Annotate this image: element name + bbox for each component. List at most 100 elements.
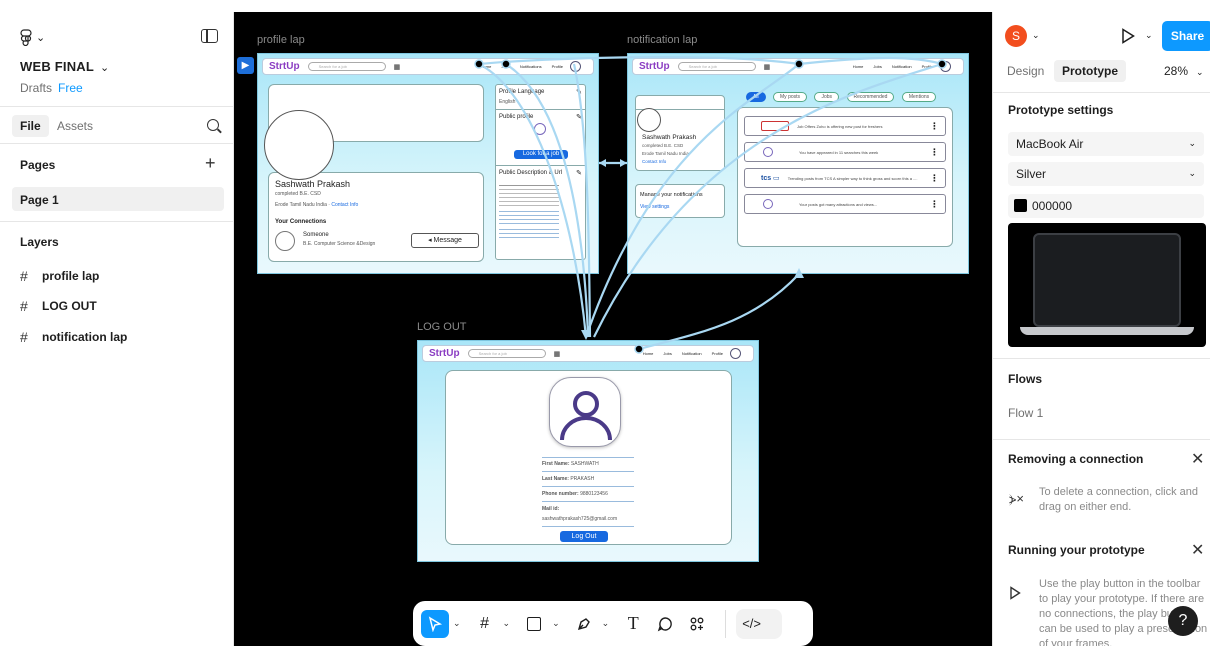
phone-row: Phone number: 9880123456 bbox=[542, 491, 608, 497]
shape-tool-icon[interactable] bbox=[520, 610, 548, 638]
tab-assets[interactable]: Assets bbox=[57, 119, 93, 133]
chevron-down-icon[interactable]: ⌄ bbox=[552, 618, 560, 629]
nav-profile[interactable]: Profile bbox=[922, 64, 933, 69]
actions-tool-icon[interactable] bbox=[683, 610, 711, 638]
edit-icon[interactable]: ✎ bbox=[576, 88, 582, 96]
flow-start-icon[interactable]: ▶ bbox=[237, 57, 254, 74]
close-icon[interactable]: ✕ bbox=[1191, 449, 1204, 469]
frame-label[interactable]: LOG OUT bbox=[417, 321, 467, 333]
share-button[interactable]: Share bbox=[1162, 21, 1210, 51]
color-swatch[interactable] bbox=[1014, 199, 1027, 212]
notification-frame[interactable]: StrtUp Search for a job ▦ Home Jobs Noti… bbox=[627, 53, 969, 274]
frame-label[interactable]: profile lap bbox=[257, 34, 305, 46]
nav-home[interactable]: Home bbox=[853, 64, 864, 69]
more-icon[interactable]: ⋮ bbox=[930, 199, 939, 210]
notification-row[interactable]: You have appeared in 11 searches this we… bbox=[744, 142, 946, 162]
chevron-down-icon[interactable]: ⌄ bbox=[453, 618, 461, 629]
background-color-field[interactable]: 000000 bbox=[1008, 194, 1204, 218]
edit-icon[interactable]: ✎ bbox=[576, 113, 582, 121]
nav-jobs[interactable]: Jobs bbox=[501, 64, 509, 69]
side-card: Profile Language English ✎ Public profil… bbox=[495, 84, 586, 260]
last-name-row: Last Name: PRAKASH bbox=[542, 476, 594, 482]
layer-item[interactable]: # LOG OUT bbox=[20, 298, 97, 314]
device-select[interactable]: MacBook Air ⌄ bbox=[1008, 132, 1204, 156]
main-menu-button[interactable]: ⌄ bbox=[20, 28, 46, 46]
view-settings-link[interactable]: View settings bbox=[640, 204, 669, 210]
more-icon[interactable]: ⋮ bbox=[930, 147, 939, 158]
public-description-heading: Public Description & Url bbox=[499, 170, 563, 176]
divider bbox=[542, 457, 634, 458]
filter-pills: All My posts Jobs Recommended Mentions bbox=[746, 85, 939, 103]
nav-jobs[interactable]: Jobs bbox=[663, 351, 671, 356]
nav-home[interactable]: Home bbox=[643, 351, 654, 356]
comment-tool-icon[interactable] bbox=[651, 610, 679, 638]
notification-row[interactable]: Job Offers Zoho is offering new post for… bbox=[744, 116, 946, 136]
canvas[interactable]: profile lap ▶ StrtUp Search for a job ▦ … bbox=[234, 12, 992, 646]
avatar-icon[interactable] bbox=[940, 61, 951, 72]
nav-notification[interactable]: Notification bbox=[682, 351, 702, 356]
notification-row[interactable]: tcs ▭ Trending posts from TCS A simpler … bbox=[744, 168, 946, 188]
device-color-select[interactable]: Silver ⌄ bbox=[1008, 162, 1204, 186]
brand-logo: StrtUp bbox=[269, 61, 300, 72]
nav-profile[interactable]: Profile bbox=[552, 64, 563, 69]
search-input[interactable]: Search for a job bbox=[677, 62, 756, 71]
notification-row[interactable]: Your posts got many attractions and view… bbox=[744, 194, 946, 214]
more-icon[interactable]: ⋮ bbox=[930, 173, 939, 184]
profile-frame[interactable]: StrtUp Search for a job ▦ Home Jobs Noti… bbox=[257, 53, 599, 274]
logout-frame[interactable]: StrtUp Search for a job ▦ Home Jobs Noti… bbox=[417, 340, 759, 562]
nav-jobs[interactable]: Jobs bbox=[873, 64, 881, 69]
connections-heading: Your Connections bbox=[275, 219, 327, 225]
user-avatar[interactable]: S bbox=[1005, 25, 1027, 47]
move-tool-icon[interactable] bbox=[421, 609, 449, 638]
plan-badge[interactable]: Free bbox=[58, 81, 83, 95]
manage-card: Manage your notifications View settings bbox=[635, 184, 725, 218]
look-for-job-button[interactable]: Look for a job bbox=[514, 150, 568, 159]
search-icon[interactable] bbox=[207, 119, 219, 131]
contact-link[interactable]: Contact Info bbox=[642, 159, 666, 164]
close-icon[interactable]: ✕ bbox=[1191, 540, 1204, 560]
avatar-icon[interactable] bbox=[570, 61, 581, 72]
more-icon[interactable]: ⋮ bbox=[930, 121, 939, 132]
chevron-down-icon[interactable]: ⌄ bbox=[503, 618, 511, 629]
log-out-button[interactable]: Log Out bbox=[560, 531, 608, 542]
chevron-down-icon[interactable]: ⌄ bbox=[1032, 30, 1040, 41]
nav-notification[interactable]: Notification bbox=[892, 64, 912, 69]
pen-tool-icon[interactable] bbox=[570, 610, 598, 638]
flow-item[interactable]: Flow 1 bbox=[1008, 406, 1043, 420]
chevron-down-icon[interactable]: ⌄ bbox=[1145, 30, 1153, 41]
page-item[interactable]: Page 1 bbox=[12, 187, 224, 211]
text-tool-icon[interactable]: T bbox=[619, 610, 647, 638]
nav-home[interactable]: Home bbox=[481, 64, 492, 69]
zoom-control[interactable]: 28% ⌄ bbox=[1164, 64, 1204, 78]
filter-mentions[interactable]: Mentions bbox=[901, 92, 937, 102]
contact-link[interactable]: Contact Info bbox=[331, 202, 358, 208]
filter-all[interactable]: All bbox=[746, 92, 766, 102]
frame-label[interactable]: notification lap bbox=[627, 34, 697, 46]
filter-my-posts[interactable]: My posts bbox=[773, 92, 808, 102]
add-page-icon[interactable]: + bbox=[205, 153, 216, 174]
sidebar-toggle-icon[interactable] bbox=[201, 29, 218, 43]
help-button[interactable]: ? bbox=[1168, 606, 1198, 636]
search-input[interactable]: Search for a job bbox=[307, 62, 386, 71]
filter-jobs[interactable]: Jobs bbox=[814, 92, 840, 102]
chevron-down-icon[interactable]: ⌄ bbox=[602, 618, 610, 629]
drafts-label[interactable]: Drafts bbox=[20, 81, 52, 95]
present-play-icon[interactable] bbox=[1121, 28, 1135, 44]
filter-recommended[interactable]: Recommended bbox=[846, 92, 895, 102]
tab-prototype[interactable]: Prototype bbox=[1054, 60, 1127, 82]
edit-icon[interactable]: ✎ bbox=[576, 169, 582, 177]
tab-design[interactable]: Design bbox=[1007, 64, 1044, 78]
message-button[interactable]: ◂ Message bbox=[411, 233, 479, 248]
user-icon bbox=[763, 147, 773, 157]
frame-tool-icon[interactable]: # bbox=[471, 610, 499, 638]
nav-notifications[interactable]: Notifications bbox=[520, 64, 542, 69]
layer-item[interactable]: # notification lap bbox=[20, 329, 127, 345]
avatar-icon[interactable] bbox=[730, 348, 741, 359]
last-name-value: PRAKASH bbox=[570, 476, 595, 482]
dev-mode-toggle[interactable]: </> bbox=[736, 608, 783, 639]
file-name-button[interactable]: WEB FINAL ⌄ bbox=[20, 59, 109, 74]
layer-item[interactable]: # profile lap bbox=[20, 268, 99, 284]
nav-profile[interactable]: Profile bbox=[712, 351, 723, 356]
tab-file[interactable]: File bbox=[12, 115, 49, 137]
search-input[interactable]: Search for a job bbox=[467, 349, 546, 358]
